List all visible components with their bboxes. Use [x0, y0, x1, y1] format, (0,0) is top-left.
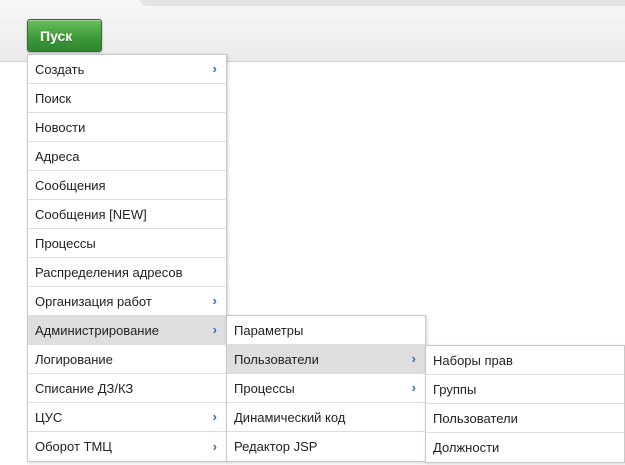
menu-item-label: Должности: [433, 440, 500, 455]
admin-menu-item-dinamicheskiy-kod[interactable]: Динамический код: [227, 403, 425, 432]
menu-item-label: Оборот ТМЦ: [35, 439, 112, 454]
start-menu-item-spisanie-dz-kz[interactable]: Списание ДЗ/КЗ: [28, 374, 226, 403]
menu-item-label: Процессы: [35, 235, 96, 251]
admin-menu-item-parametry[interactable]: Параметры: [227, 316, 425, 345]
menu-item-label: Наборы прав: [433, 352, 513, 368]
start-menu-item-sozdat[interactable]: Создать ›: [28, 55, 226, 84]
menu-item-label: Логирование: [35, 351, 113, 367]
admin-menu-item-polzovateli[interactable]: Пользователи ›: [227, 345, 425, 374]
start-menu-item-novosti[interactable]: Новости: [28, 113, 226, 142]
menu-item-label: Динамический код: [234, 409, 346, 425]
admin-menu-item-protsessy[interactable]: Процессы ›: [227, 374, 425, 403]
start-menu-item-protsessy[interactable]: Процессы: [28, 229, 226, 258]
start-menu-item-logirovanie[interactable]: Логирование: [28, 345, 226, 374]
start-menu-item-soobscheniya-new[interactable]: Сообщения [NEW]: [28, 200, 226, 229]
chevron-right-icon: ›: [411, 351, 416, 367]
menu-item-label: Параметры: [234, 322, 304, 338]
start-menu-item-organizatsiya-rabot[interactable]: Организация работ ›: [28, 287, 226, 316]
admin-menu-item-redaktor-jsp[interactable]: Редактор JSP: [227, 432, 425, 461]
users-menu-item-dolzhnosti[interactable]: Должности: [426, 433, 624, 462]
menu-item-label: Создать: [35, 61, 85, 77]
users-menu-item-polzovateli[interactable]: Пользователи: [426, 404, 624, 433]
menu-item-label: Сообщения [NEW]: [35, 206, 147, 222]
start-menu: Создать › Поиск Новости Адреса Сообщения Сообщ…: [27, 54, 227, 462]
start-menu-item-oborot-tmts[interactable]: Оборот ТМЦ ›: [28, 432, 226, 461]
start-button[interactable]: Пуск: [27, 19, 102, 52]
chevron-right-icon: ›: [212, 293, 217, 309]
chevron-right-icon: ›: [212, 322, 217, 338]
menu-item-label: Поиск: [35, 90, 72, 106]
menu-item-label: Группы: [433, 381, 477, 397]
start-menu-item-poisk[interactable]: Поиск: [28, 84, 226, 113]
menu-item-label: Адреса: [35, 148, 80, 164]
start-menu-item-tsus[interactable]: ЦУС ›: [28, 403, 226, 432]
menu-item-label: Распределения адресов: [35, 264, 183, 280]
start-menu-item-adresa[interactable]: Адреса: [28, 142, 226, 171]
menu-item-label: Списание ДЗ/КЗ: [35, 380, 134, 396]
users-menu-item-nabory-prav[interactable]: Наборы прав: [426, 346, 624, 375]
start-menu-item-soobscheniya[interactable]: Сообщения: [28, 171, 226, 200]
menu-item-label: Администрирование: [35, 322, 159, 338]
chevron-right-icon: ›: [212, 409, 217, 425]
menu-item-label: Новости: [35, 119, 86, 135]
users-menu-item-gruppy[interactable]: Группы: [426, 375, 624, 404]
administration-submenu: Параметры Пользователи › Процессы › Динамичес…: [226, 315, 426, 462]
start-menu-item-raspredeleniya-adresov[interactable]: Распределения адресов: [28, 258, 226, 287]
menu-item-label: Процессы: [234, 380, 295, 396]
chevron-right-icon: ›: [212, 438, 217, 454]
chevron-right-icon: ›: [212, 61, 217, 77]
users-submenu: Наборы прав Группы Пользователи Должности: [425, 345, 625, 463]
start-menu-item-administrirovanie[interactable]: Администрирование ›: [28, 316, 226, 345]
toolbar-edge-decoration: [140, 0, 625, 6]
chevron-right-icon: ›: [411, 380, 416, 396]
menu-item-label: Организация работ: [35, 293, 152, 309]
menu-item-label: ЦУС: [35, 409, 63, 425]
menu-item-label: Пользователи: [234, 351, 319, 367]
menu-item-label: Сообщения: [35, 177, 106, 193]
menu-item-label: Редактор JSP: [234, 439, 318, 454]
menu-item-label: Пользователи: [433, 410, 518, 426]
